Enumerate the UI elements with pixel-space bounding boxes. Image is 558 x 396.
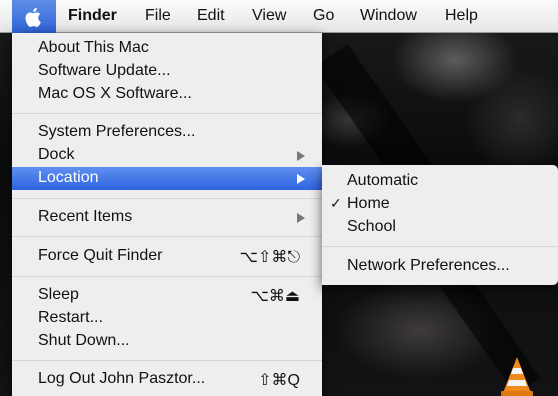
apple-menu-button[interactable] [12,0,56,33]
menu-item-label: Recent Items [38,208,133,225]
apple-logo-icon [25,7,41,27]
submenu-item-school[interactable]: School [322,216,558,239]
menu-item-label: Sleep [38,286,79,303]
menu-item-label: Location [38,169,99,186]
menu-finder[interactable]: Finder [68,7,117,25]
menu-item-label: Force Quit Finder [38,247,163,264]
menu-help[interactable]: Help [445,7,478,25]
submenu-item-label: School [347,218,396,235]
menu-item-system-preferences[interactable]: System Preferences... [12,121,322,144]
menu-item-label: Mac OS X Software... [38,85,192,102]
menu-item-label: Restart... [38,309,103,326]
menu-file[interactable]: File [145,7,171,25]
menu-item-label: System Preferences... [38,123,196,140]
menu-item-label: Log Out John Pasztor... [38,370,206,387]
checkmark-icon: ✓ [330,195,342,211]
menu-separator [12,113,322,114]
location-submenu: Automatic ✓ Home School Network Preferen… [322,165,558,285]
keyboard-shortcut: ⇧⌘Q [258,372,300,389]
submenu-item-label: Network Preferences... [347,257,510,274]
menu-item-shut-down[interactable]: Shut Down... [12,330,322,353]
keyboard-shortcut: ⌥⇧⌘⎋ [239,249,301,266]
menu-separator [12,198,322,199]
submenu-arrow-icon [297,213,305,223]
menu-item-software-update[interactable]: Software Update... [12,60,322,83]
menu-view[interactable]: View [252,7,286,25]
menu-item-label: Shut Down... [38,332,130,349]
menu-separator [12,360,322,361]
menu-bar: Finder File Edit View Go Window Help [0,0,558,33]
vlc-cone-icon [501,357,533,396]
menu-item-label: Software Update... [38,62,171,79]
menu-item-log-out[interactable]: Log Out John Pasztor... ⇧⌘Q [12,368,322,391]
submenu-item-automatic[interactable]: Automatic [322,170,558,193]
menu-item-about-this-mac[interactable]: About This Mac [12,37,322,60]
menu-go[interactable]: Go [313,7,334,25]
menu-item-mac-os-x-software[interactable]: Mac OS X Software... [12,83,322,106]
submenu-arrow-icon [297,174,305,184]
menu-item-recent-items[interactable]: Recent Items [12,206,322,229]
submenu-item-network-preferences[interactable]: Network Preferences... [322,255,558,278]
menu-item-location[interactable]: Location [12,167,322,190]
menu-separator [322,246,558,247]
menu-item-restart[interactable]: Restart... [12,307,322,330]
menu-separator [12,276,322,277]
menu-item-label: About This Mac [38,39,149,56]
apple-menu-dropdown: About This Mac Software Update... Mac OS… [12,33,322,396]
submenu-arrow-icon [297,151,305,161]
keyboard-shortcut: ⌥⌘⏏ [250,288,300,305]
submenu-item-label: Automatic [347,172,419,189]
submenu-item-label: Home [347,195,390,212]
menu-window[interactable]: Window [360,7,417,25]
menu-item-dock[interactable]: Dock [12,144,322,167]
menu-edit[interactable]: Edit [197,7,225,25]
menu-item-sleep[interactable]: Sleep ⌥⌘⏏ [12,284,322,307]
submenu-item-home[interactable]: ✓ Home [322,193,558,216]
menu-item-force-quit[interactable]: Force Quit Finder ⌥⇧⌘⎋ [12,245,322,268]
menu-separator [12,236,322,237]
menu-item-label: Dock [38,146,75,163]
